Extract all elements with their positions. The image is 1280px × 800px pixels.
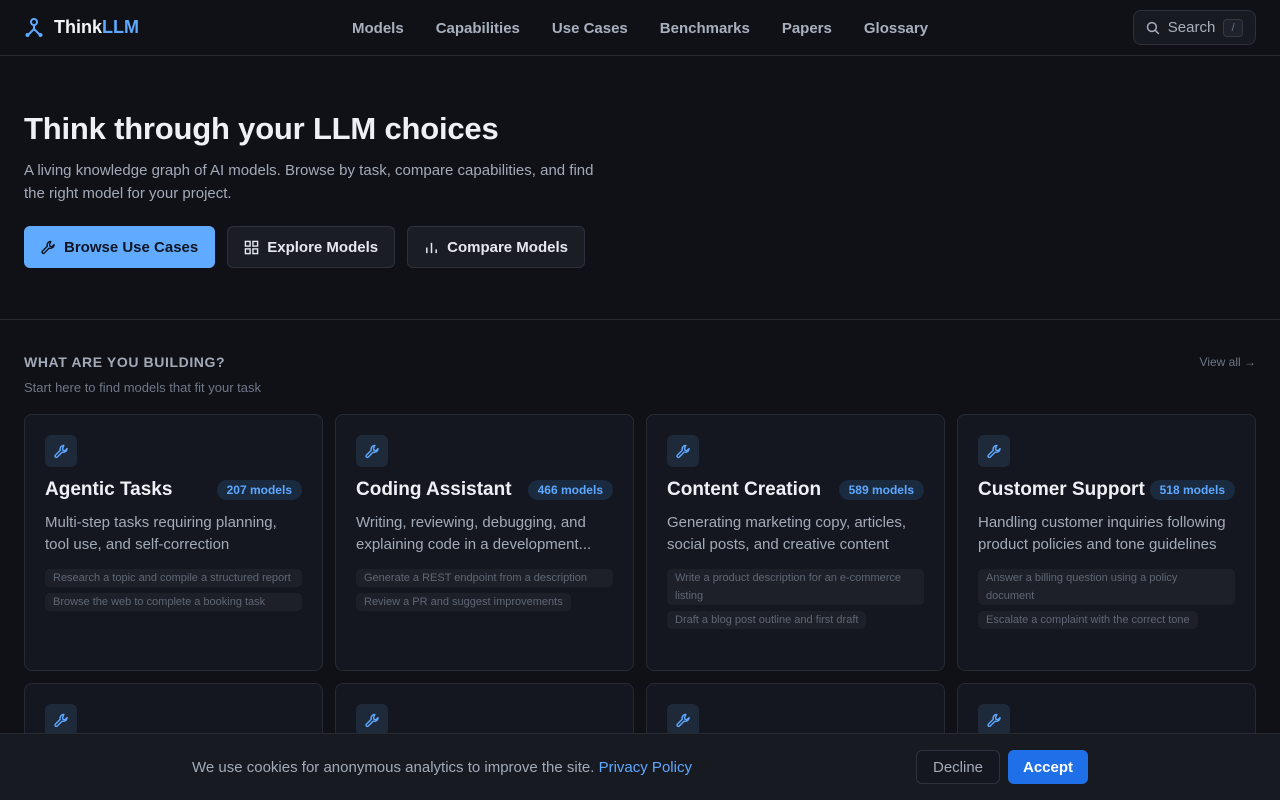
example-chip: Escalate a complaint with the correct to… (978, 611, 1198, 629)
model-count-badge: 589 models (838, 480, 924, 500)
card-title: Agentic Tasks (45, 479, 173, 500)
card-examples: Generate a REST endpoint from a descript… (356, 569, 613, 611)
example-chip: Review a PR and suggest improvements (356, 593, 571, 611)
explore-models-label: Explore Models (267, 238, 379, 256)
example-chip: Write a product description for an e-com… (667, 569, 924, 605)
wrench-icon (675, 444, 690, 458)
section-header: WHAT ARE YOU BUILDING? Start here to fin… (24, 354, 1256, 395)
accept-button[interactable]: Accept (1008, 750, 1088, 784)
main-nav: Models Capabilities Use Cases Benchmarks… (352, 0, 928, 56)
wrench-icon (364, 713, 379, 727)
use-case-card-customer-support[interactable]: Customer Support 518 models Handling cus… (957, 414, 1256, 671)
wrench-icon (986, 444, 1001, 458)
example-chip: Generate a REST endpoint from a descript… (356, 569, 613, 587)
wrench-icon (675, 713, 690, 727)
brand-logo[interactable]: ThinkLLM (24, 17, 139, 38)
card-icon-box (356, 435, 388, 467)
brand-name-llm: LLM (102, 17, 139, 37)
card-title: Coding Assistant (356, 479, 512, 500)
use-cases-section: WHAT ARE YOU BUILDING? Start here to fin… (0, 320, 1280, 763)
use-case-card-agentic-tasks[interactable]: Agentic Tasks 207 models Multi-step task… (24, 414, 323, 671)
browse-use-cases-button[interactable]: Browse Use Cases (24, 226, 216, 268)
wrench-icon (986, 713, 1001, 727)
example-chip: Research a topic and compile a structure… (45, 569, 302, 587)
example-chip: Answer a billing question using a policy… (978, 569, 1235, 605)
nav-use-cases[interactable]: Use Cases (552, 20, 628, 37)
model-count-badge: 466 models (527, 480, 613, 500)
card-description: Generating marketing copy, articles, soc… (667, 514, 906, 553)
card-icon-box (667, 435, 699, 467)
cookie-message: We use cookies for anonymous analytics t… (192, 759, 692, 776)
search-icon (1146, 21, 1160, 34)
card-icon-box (978, 704, 1010, 736)
privacy-policy-link[interactable]: Privacy Policy (599, 759, 692, 776)
model-count-badge: 207 models (216, 480, 302, 500)
wrench-icon (53, 713, 68, 727)
card-icon-box (356, 704, 388, 736)
use-case-grid: Agentic Tasks 207 models Multi-step task… (24, 414, 1256, 763)
card-examples: Write a product description for an e-com… (667, 569, 924, 629)
search-shortcut-key: / (1223, 18, 1243, 37)
hero-title: Think through your LLM choices (24, 111, 499, 146)
card-title: Customer Support (978, 479, 1145, 500)
search-label: Search (1167, 19, 1216, 36)
hero-subtitle: A living knowledge graph of AI models. B… (24, 162, 594, 202)
share-nodes-icon (25, 17, 43, 37)
nav-models[interactable]: Models (352, 20, 404, 37)
hero-section: Think through your LLM choices A living … (0, 56, 1280, 320)
hero-actions: Browse Use Cases Explore Models Compare … (24, 226, 1256, 268)
card-icon-box (45, 704, 77, 736)
card-examples: Research a topic and compile a structure… (45, 569, 302, 611)
card-description: Writing, reviewing, debugging, and expla… (356, 514, 592, 553)
nav-glossary[interactable]: Glossary (864, 20, 928, 37)
card-examples: Answer a billing question using a policy… (978, 569, 1235, 629)
bar-chart-icon (426, 242, 438, 253)
top-nav-bar: ThinkLLM Models Capabilities Use Cases B… (0, 0, 1280, 56)
use-case-card-content-creation[interactable]: Content Creation 589 models Generating m… (646, 414, 945, 671)
card-description: Handling customer inquiries following pr… (978, 514, 1226, 553)
model-count-badge: 518 models (1149, 480, 1235, 500)
nav-papers[interactable]: Papers (782, 20, 832, 37)
section-subtitle: Start here to find models that fit your … (24, 380, 262, 395)
card-title: Content Creation (667, 479, 822, 500)
example-chip: Draft a blog post outline and first draf… (667, 611, 867, 629)
cookie-banner: We use cookies for anonymous analytics t… (0, 733, 1280, 800)
compare-models-label: Compare Models (447, 238, 568, 256)
search-button[interactable]: Search / (1133, 10, 1256, 45)
explore-models-button[interactable]: Explore Models (227, 226, 396, 268)
cookie-message-text: We use cookies for anonymous analytics t… (192, 758, 595, 776)
browse-use-cases-label: Browse Use Cases (64, 238, 199, 256)
card-description: Multi-step tasks requiring planning, too… (45, 514, 277, 553)
nav-capabilities[interactable]: Capabilities (436, 20, 520, 37)
card-icon-box (45, 435, 77, 467)
wrench-icon (53, 444, 68, 458)
wrench-icon (364, 444, 379, 458)
section-title: WHAT ARE YOU BUILDING? (24, 354, 226, 370)
wrench-icon (41, 240, 55, 254)
use-case-card-coding-assistant[interactable]: Coding Assistant 466 models Writing, rev… (335, 414, 634, 671)
example-chip: Browse the web to complete a booking tas… (45, 593, 302, 611)
compare-models-button[interactable]: Compare Models (407, 226, 585, 268)
card-icon-box (667, 704, 699, 736)
brand-name-think: Think (54, 17, 102, 37)
view-all-link[interactable]: View all → (1200, 355, 1256, 369)
card-icon-box (978, 435, 1010, 467)
grid-icon (244, 240, 259, 254)
decline-button[interactable]: Decline (916, 750, 1000, 784)
nav-benchmarks[interactable]: Benchmarks (660, 20, 750, 37)
